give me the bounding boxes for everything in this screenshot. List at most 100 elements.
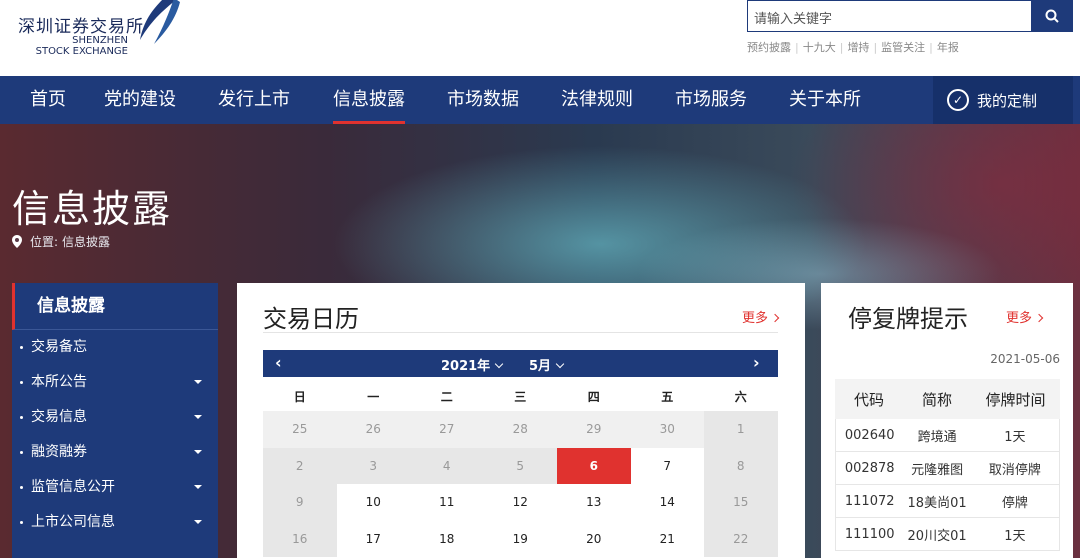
calendar-day[interactable]: 28 (483, 411, 557, 448)
sidebar-item-trading-info[interactable]: 交易信息 (12, 400, 218, 435)
nav-item-about[interactable]: 关于本所 (789, 76, 861, 124)
check-circle-icon: ✓ (947, 89, 969, 111)
calendar-day[interactable]: 30 (630, 411, 704, 448)
calendar-day[interactable]: 8 (704, 447, 778, 484)
column-header: 简称 (921, 390, 952, 409)
suspension-table-header: 代码 简称 停牌时间 (835, 379, 1060, 419)
calendar-day[interactable]: 7 (630, 447, 704, 484)
calendar-day[interactable]: 2 (263, 447, 337, 484)
my-custom-button[interactable]: ✓ 我的定制 (933, 76, 1073, 124)
search-icon (1045, 9, 1059, 23)
calendar-day[interactable]: 17 (336, 520, 410, 557)
nav-item-listing[interactable]: 发行上市 (218, 76, 290, 124)
table-row[interactable]: 002640 跨境通 1天 (835, 419, 1060, 452)
search-input[interactable]: 请输入关键字 (747, 0, 1032, 32)
nav-item-party[interactable]: 党的建设 (104, 76, 176, 124)
nav-item-market-data[interactable]: 市场数据 (447, 76, 519, 124)
quick-link[interactable]: 十九大 (803, 41, 836, 54)
trading-calendar-panel: 交易日历 更多 ‹ 2021年 5月 › 日一二三四五六 25 26 27 28 29 3… (237, 283, 805, 558)
calendar-day[interactable]: 10 (336, 484, 410, 521)
weekday-label: 六 (704, 381, 778, 411)
page-title: 信息披露 (12, 187, 173, 231)
sidebar-item-label: 交易信息 (31, 409, 87, 425)
table-cell: 跨境通 (917, 429, 957, 445)
calendar-week-row: 9 10 11 12 13 14 15 (263, 484, 778, 521)
breadcrumb-current[interactable]: 信息披露 (62, 233, 110, 250)
sidebar-item-listed-companies[interactable]: 上市公司信息 (12, 505, 218, 540)
quick-links: 预约披露 | 十九大 | 增持 | 监管关注 | 年报 (747, 41, 959, 54)
next-month-icon[interactable]: › (753, 353, 760, 372)
sidebar-item-announcements[interactable]: 本所公告 (12, 365, 218, 400)
calendar-day[interactable]: 16 (263, 520, 337, 557)
calendar-day[interactable]: 19 (483, 520, 557, 557)
caret-down-icon (194, 415, 202, 419)
suspension-date: 2021-05-06 (990, 352, 1060, 366)
suspension-title: 停复牌提示 (848, 305, 968, 333)
quick-link[interactable]: 预约披露 (747, 41, 791, 54)
calendar-day-selected[interactable]: 6 (557, 447, 631, 484)
calendar-day[interactable]: 15 (704, 484, 778, 521)
calendar-week-row: 16 17 18 19 20 21 22 (263, 520, 778, 557)
sidebar-item-label: 上市公司信息 (31, 514, 115, 530)
breadcrumb-prefix: 位置: (30, 235, 59, 249)
calendar-day[interactable]: 13 (557, 484, 631, 521)
calendar-day[interactable]: 14 (630, 484, 704, 521)
nav-item-rules[interactable]: 法律规则 (561, 76, 633, 124)
weekday-label: 一 (336, 381, 410, 411)
calendar-day[interactable]: 20 (557, 520, 631, 557)
my-custom-label: 我的定制 (977, 91, 1038, 110)
nav-item-home[interactable]: 首页 (30, 76, 66, 124)
calendar-day[interactable]: 25 (263, 411, 337, 448)
table-cell: 元隆雅图 (911, 462, 964, 478)
table-cell: 002640 (844, 427, 895, 443)
table-row[interactable]: 111072 18美尚01 停牌 (835, 485, 1060, 518)
calendar-day[interactable]: 26 (336, 411, 410, 448)
year-select[interactable]: 2021年 (441, 355, 504, 374)
table-cell: 111072 (844, 493, 895, 509)
calendar-day[interactable]: 27 (410, 411, 484, 448)
year-value: 2021年 (441, 359, 491, 374)
sidebar-item-regulatory[interactable]: 监管信息公开 (12, 470, 218, 505)
quick-link[interactable]: 年报 (937, 41, 959, 54)
column-header: 代码 (853, 390, 884, 409)
prev-month-icon[interactable]: ‹ (275, 353, 282, 372)
quick-link[interactable]: 增持 (847, 41, 869, 54)
calendar-day[interactable]: 12 (483, 484, 557, 521)
calendar-day[interactable]: 18 (410, 520, 484, 557)
calendar-day[interactable]: 9 (263, 484, 337, 521)
calendar-day[interactable]: 22 (704, 520, 778, 557)
calendar-toolbar: ‹ 2021年 5月 › (263, 350, 778, 377)
szse-logo-icon (140, 0, 180, 44)
calendar-day[interactable]: 3 (336, 447, 410, 484)
calendar-week-row: 2345678 (263, 447, 778, 484)
table-cell: 20川交01 (907, 528, 967, 544)
month-select[interactable]: 5月 (529, 355, 565, 374)
suspension-table: 代码 简称 停牌时间 002640 跨境通 1天 002878 元隆雅图 取消停牌 1110… (835, 379, 1060, 551)
calendar-day[interactable]: 21 (630, 520, 704, 557)
sidebar-heading: 信息披露 (12, 283, 218, 330)
sidebar-item-trading-memo[interactable]: 交易备忘 (12, 330, 218, 365)
table-row[interactable]: 002878 元隆雅图 取消停牌 (835, 452, 1060, 485)
weekday-label: 三 (483, 381, 557, 411)
nav-item-disclosure[interactable]: 信息披露 (333, 76, 405, 124)
table-row[interactable]: 111100 20川交01 1天 (835, 518, 1060, 551)
calendar-day[interactable]: 4 (410, 447, 484, 484)
suspension-more-link[interactable]: 更多 (1006, 307, 1042, 326)
quick-link[interactable]: 监管关注 (881, 41, 925, 54)
weekday-label: 五 (630, 381, 704, 411)
calendar-day[interactable]: 5 (483, 447, 557, 484)
sidebar-item-label: 融资融券 (31, 444, 87, 460)
search-button[interactable] (1031, 0, 1073, 32)
breadcrumb: 位置: 信息披露 (12, 233, 110, 250)
calendar-day[interactable]: 11 (410, 484, 484, 521)
calendar-day[interactable]: 1 (704, 411, 778, 448)
calendar-more-link[interactable]: 更多 (742, 307, 778, 326)
caret-down-icon (194, 380, 202, 384)
nav-item-services[interactable]: 市场服务 (675, 76, 747, 124)
weekday-header: 日一二三四五六 (263, 381, 778, 411)
month-value: 5月 (529, 359, 552, 374)
sidebar-item-margin[interactable]: 融资融券 (12, 435, 218, 470)
sidebar-item-label: 本所公告 (31, 374, 87, 390)
calendar-day[interactable]: 29 (557, 411, 631, 448)
calendar-title: 交易日历 (263, 305, 359, 333)
